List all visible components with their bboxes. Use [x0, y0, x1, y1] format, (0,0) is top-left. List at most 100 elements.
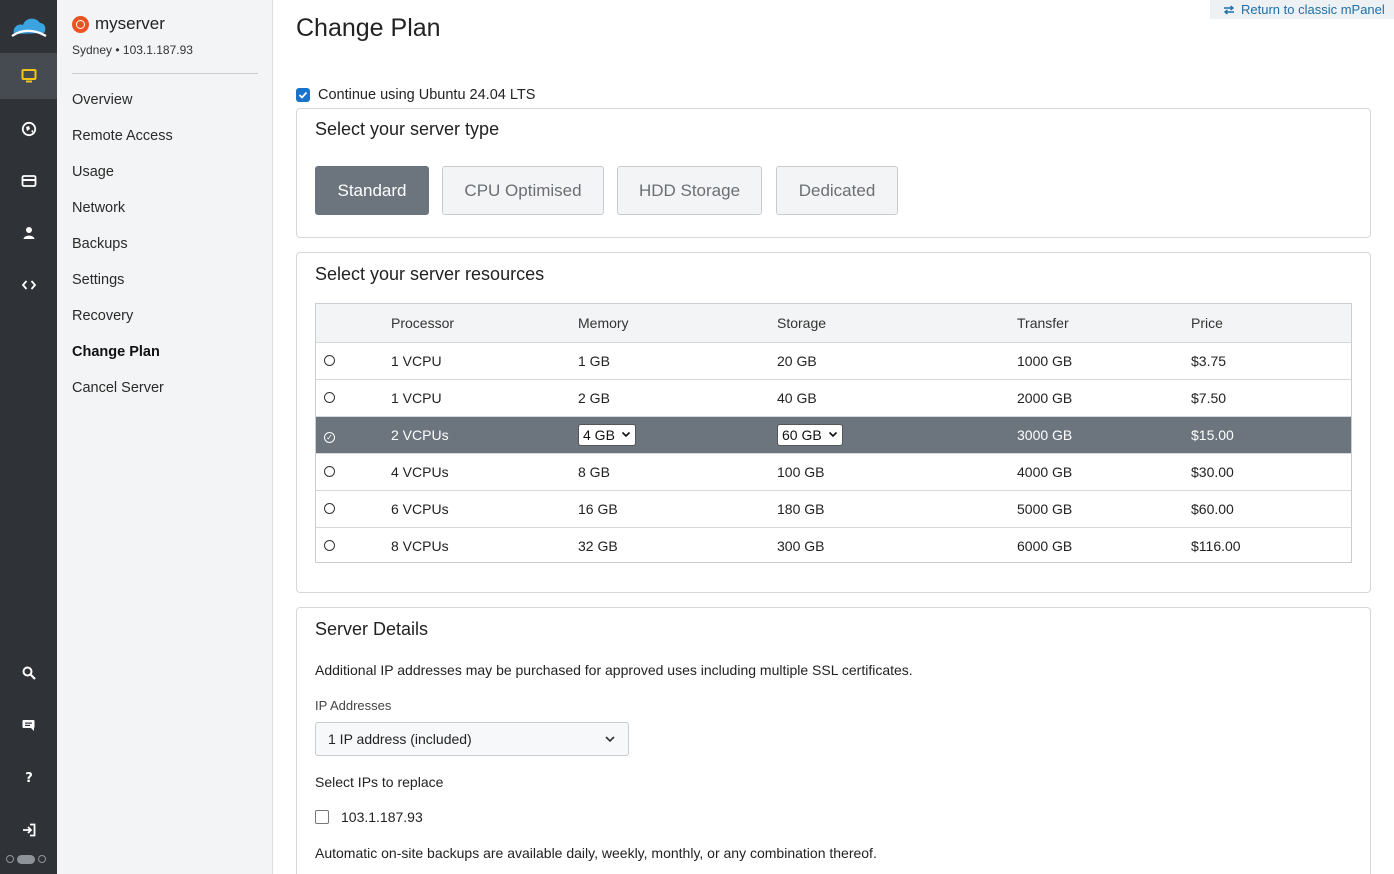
api-nav-button[interactable] — [0, 262, 57, 308]
card-icon — [21, 175, 36, 187]
server-header: myserver — [72, 14, 165, 34]
account-nav-button[interactable] — [0, 210, 57, 256]
plan-radio[interactable] — [324, 465, 335, 477]
code-icon — [21, 280, 36, 290]
search-nav-button[interactable] — [0, 650, 57, 696]
plan-radio[interactable] — [324, 502, 335, 514]
ip-addresses-select[interactable]: 1 IP address (included) — [315, 722, 629, 756]
sidebar-item-usage[interactable]: Usage — [72, 162, 173, 198]
replace-ip-label: 103.1.187.93 — [341, 809, 423, 825]
replace-ip-option[interactable]: 103.1.187.93 — [315, 809, 423, 825]
plan-radio[interactable] — [324, 354, 335, 366]
memory-select[interactable]: 4 GB — [578, 423, 636, 446]
row-processor: 6 VCPUs — [391, 490, 578, 528]
server-resources-panel: Select your server resources Processor M… — [296, 252, 1371, 593]
row-processor: 2 VCPUs — [391, 416, 578, 454]
sidebar-item-overview[interactable]: Overview — [72, 90, 173, 126]
row-storage: 40 GB — [777, 379, 1017, 417]
sidebar-item-backups[interactable]: Backups — [72, 234, 173, 270]
row-price: $7.50 — [1191, 379, 1351, 417]
logout-nav-button[interactable] — [0, 807, 57, 853]
row-storage: 300 GB — [777, 537, 825, 554]
row-memory: 8 GB — [578, 453, 777, 491]
storage-select[interactable]: 60 GB — [777, 423, 843, 446]
domains-nav-button[interactable] — [0, 106, 57, 152]
header-storage: Storage — [777, 304, 1017, 343]
sidebar-item-network[interactable]: Network — [72, 198, 173, 234]
row-transfer: 3000 GB — [1017, 416, 1191, 454]
header-memory: Memory — [578, 304, 777, 343]
row-processor: 1 VCPU — [391, 379, 578, 417]
chevron-down-icon — [828, 431, 837, 438]
sidebar-item-settings[interactable]: Settings — [72, 270, 173, 306]
plan-radio[interactable] — [324, 391, 335, 403]
table-row-selected[interactable]: ✓ 2 VCPUs 4 GB 60 GB 3000 GB $15.00 — [316, 416, 1351, 454]
row-transfer: 2000 GB — [1017, 379, 1191, 417]
server-nav: Overview Remote Access Usage Network Bac… — [72, 90, 173, 414]
chevron-down-icon — [621, 431, 630, 438]
header-price: Price — [1191, 304, 1351, 343]
row-transfer: 4000 GB — [1017, 453, 1191, 491]
user-icon — [23, 227, 34, 239]
row-transfer: 5000 GB — [1017, 490, 1191, 528]
sidebar-item-recovery[interactable]: Recovery — [72, 306, 173, 342]
billing-nav-button[interactable] — [0, 158, 57, 204]
ip-addresses-value: 1 IP address (included) — [328, 731, 472, 747]
continue-os-checkbox[interactable] — [296, 88, 310, 102]
cloud-logo-icon[interactable] — [10, 12, 48, 40]
row-price: $60.00 — [1191, 490, 1351, 528]
row-storage: 20 GB — [777, 342, 1017, 380]
logout-icon — [22, 823, 35, 837]
sidebar-item-remote-access[interactable]: Remote Access — [72, 126, 173, 162]
server-details-panel: Server Details Additional IP addresses m… — [296, 607, 1371, 874]
backup-note: Automatic on-site backups are available … — [315, 845, 877, 861]
type-hdd-storage-button[interactable]: HDD Storage — [617, 166, 762, 215]
server-location: Sydney • 103.1.187.93 — [72, 43, 193, 57]
table-row[interactable]: 1 VCPU 1 GB 20 GB 1000 GB $3.75 — [316, 342, 1351, 380]
type-cpu-optimised-button[interactable]: CPU Optimised — [442, 166, 604, 215]
plan-radio[interactable] — [324, 539, 335, 551]
chat-nav-button[interactable] — [0, 702, 57, 748]
row-transfer: 6000 GB — [1017, 537, 1073, 554]
table-row[interactable]: 4 VCPUs 8 GB 100 GB 4000 GB $30.00 — [316, 453, 1351, 491]
help-icon: ? — [25, 771, 33, 785]
ip-note: Additional IP addresses may be purchased… — [315, 662, 913, 678]
server-sidebar: myserver Sydney • 103.1.187.93 Overview … — [57, 0, 273, 874]
search-icon — [22, 666, 36, 680]
sidebar-item-change-plan[interactable]: Change Plan — [72, 342, 173, 378]
row-processor: 4 VCPUs — [391, 453, 578, 491]
chat-icon — [22, 720, 34, 731]
table-row[interactable]: 8 VCPUs 32 GB 300 GB 6000 GB $116.00 — [316, 527, 1351, 564]
plan-radio-checked-icon[interactable]: ✓ — [324, 431, 335, 443]
continue-os-label: Continue using Ubuntu 24.04 LTS — [318, 87, 536, 103]
row-price: $15.00 — [1191, 416, 1351, 454]
table-row[interactable]: 6 VCPUs 16 GB 180 GB 5000 GB $60.00 — [316, 490, 1351, 528]
return-classic-label: Return to classic mPanel — [1241, 2, 1385, 17]
row-memory: 32 GB — [578, 537, 618, 554]
ip-addresses-label: IP Addresses — [315, 698, 392, 713]
row-price: $30.00 — [1191, 453, 1351, 491]
chevron-down-icon — [605, 736, 615, 743]
server-type-panel: Select your server type Standard CPU Opt… — [296, 108, 1371, 238]
sidebar-item-cancel-server[interactable]: Cancel Server — [72, 378, 173, 414]
help-nav-button[interactable]: ? — [0, 754, 57, 800]
table-row[interactable]: 1 VCPU 2 GB 40 GB 2000 GB $7.50 — [316, 379, 1351, 417]
toggle-knob — [17, 854, 35, 864]
servers-nav-button[interactable] — [0, 53, 57, 99]
moon-icon — [38, 855, 46, 863]
page-title: Change Plan — [296, 14, 441, 42]
continue-os-option[interactable]: Continue using Ubuntu 24.04 LTS — [296, 87, 535, 103]
row-memory: 1 GB — [578, 342, 777, 380]
storage-select-value: 60 GB — [782, 426, 822, 443]
type-standard-button[interactable]: Standard — [315, 166, 429, 215]
server-type-title: Select your server type — [315, 119, 500, 139]
replace-ips-label: Select IPs to replace — [315, 774, 444, 790]
type-dedicated-button[interactable]: Dedicated — [776, 166, 898, 215]
row-processor: 8 VCPUs — [391, 537, 449, 554]
theme-toggle[interactable] — [6, 852, 52, 866]
replace-ip-checkbox[interactable] — [315, 810, 329, 824]
resources-table: Processor Memory Storage Transfer Price … — [316, 304, 1351, 564]
return-classic-link[interactable]: Return to classic mPanel — [1210, 0, 1394, 19]
row-memory: 16 GB — [578, 490, 777, 528]
row-price: $3.75 — [1191, 342, 1351, 380]
